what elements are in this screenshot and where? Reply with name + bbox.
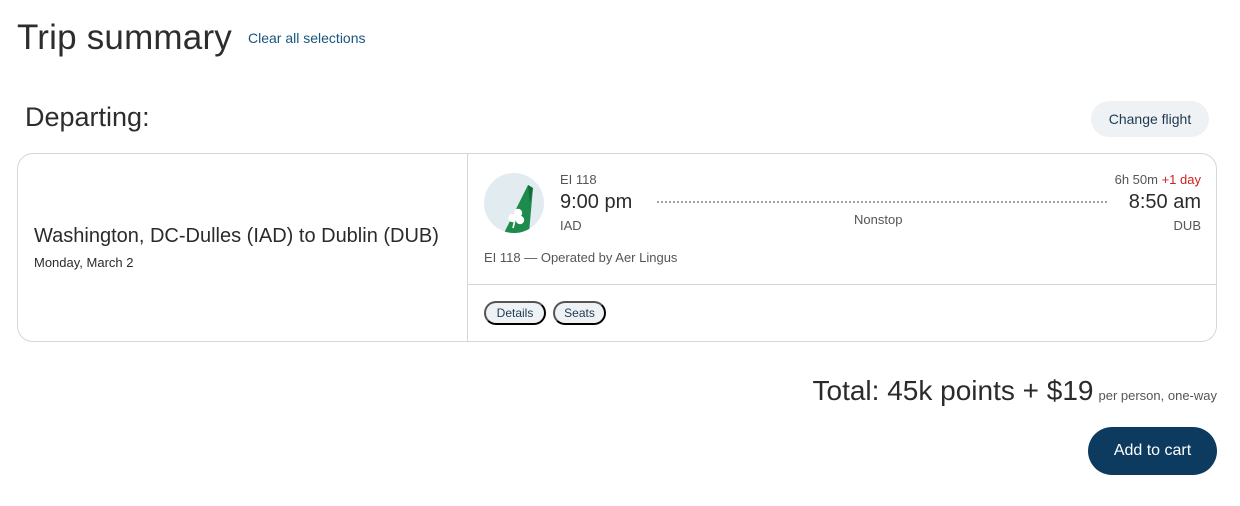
departure-time: 9:00 pm bbox=[560, 191, 633, 213]
departing-heading: Departing: bbox=[25, 102, 150, 132]
total-price: Total: 45k points + $19 bbox=[812, 375, 1094, 406]
flight-card: Washington, DC-Dulles (IAD) to Dublin (D… bbox=[17, 153, 1217, 342]
day-change-badge: +1 day bbox=[1161, 172, 1201, 187]
seats-button[interactable]: Seats bbox=[553, 301, 606, 325]
divider bbox=[468, 284, 1216, 285]
total-note: per person, one-way bbox=[1098, 388, 1217, 403]
flight-number: EI 118 bbox=[560, 172, 597, 187]
flight-duration: 6h 50m +1 day bbox=[1115, 172, 1201, 187]
departure-airport-code: IAD bbox=[560, 218, 582, 233]
route-title: Washington, DC-Dulles (IAD) to Dublin (D… bbox=[34, 225, 439, 247]
details-button[interactable]: Details bbox=[484, 301, 546, 325]
trip-total: Total: 45k points + $19 per person, one-… bbox=[813, 375, 1218, 407]
route-line bbox=[657, 201, 1107, 203]
add-to-cart-button[interactable]: Add to cart bbox=[1088, 427, 1217, 475]
operated-by-text: EI 118 — Operated by Aer Lingus bbox=[484, 250, 678, 265]
duration-value: 6h 50m bbox=[1114, 172, 1158, 187]
aer-lingus-logo-icon bbox=[484, 173, 544, 233]
change-flight-button[interactable]: Change flight bbox=[1091, 101, 1209, 137]
route-panel: Washington, DC-Dulles (IAD) to Dublin (D… bbox=[18, 154, 468, 341]
page-title: Trip summary bbox=[17, 18, 232, 57]
route-date: Monday, March 2 bbox=[34, 255, 134, 270]
arrival-airport-code: DUB bbox=[1173, 218, 1201, 233]
stops-label: Nonstop bbox=[854, 212, 903, 227]
flight-details-panel: EI 118 9:00 pm IAD Nonstop 6h 50m +1 day… bbox=[468, 154, 1216, 341]
arrival-time: 8:50 am bbox=[1128, 191, 1201, 213]
clear-all-selections-link[interactable]: Clear all selections bbox=[248, 30, 366, 46]
